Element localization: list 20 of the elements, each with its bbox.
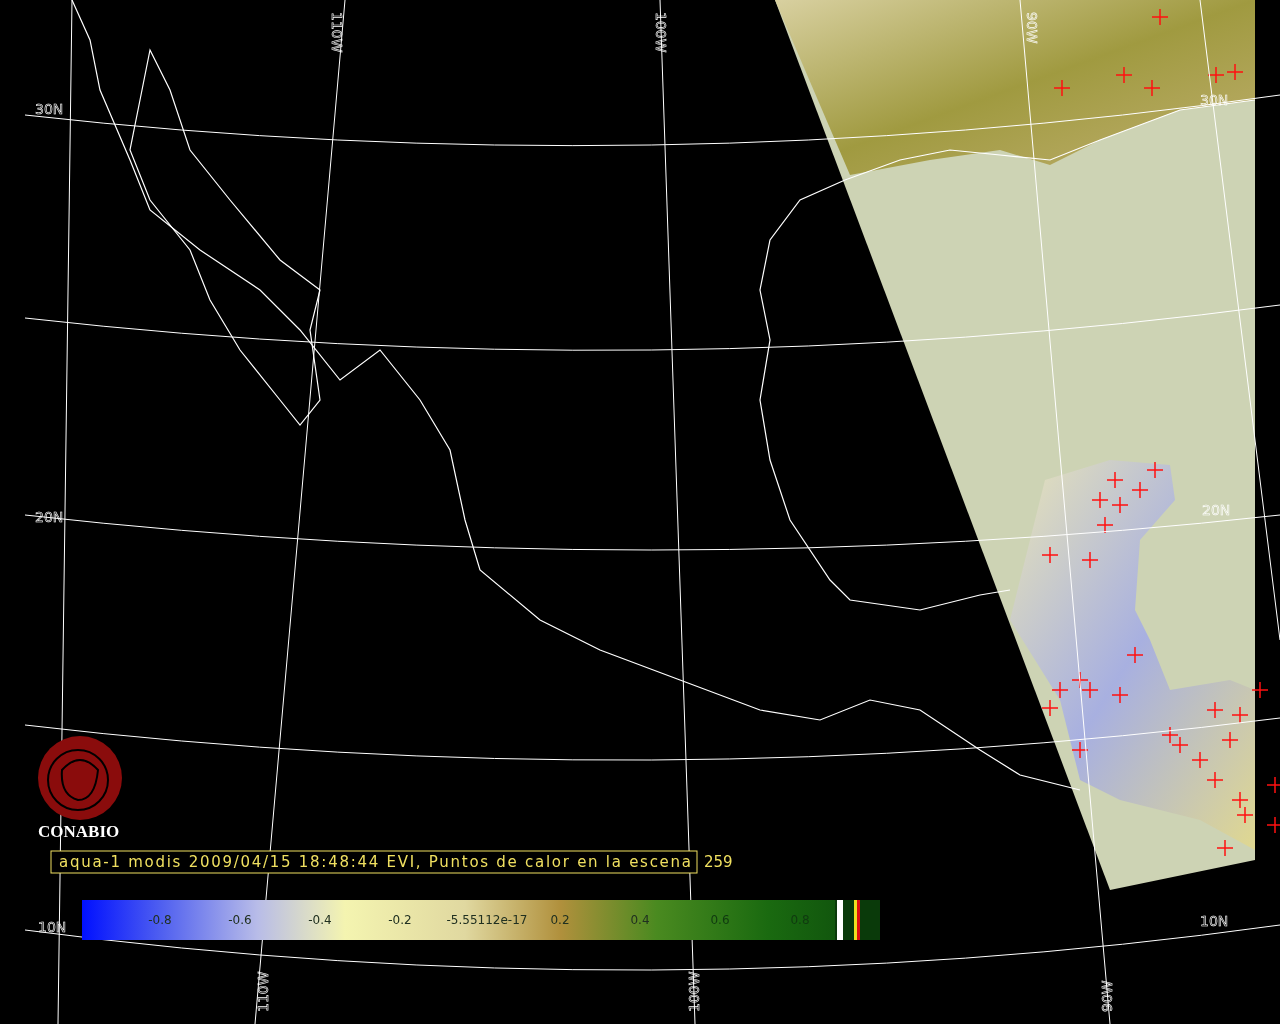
scale-tick-label: 0.6 <box>710 913 730 927</box>
grid-label: 110W <box>255 971 271 1012</box>
grid-label: 100W <box>653 12 669 53</box>
grid-label: 90W <box>1024 12 1040 44</box>
scale-tick-label: 0.4 <box>630 913 650 927</box>
scale-tick-label: -0.4 <box>308 913 332 927</box>
fire-count: 259 <box>704 853 733 871</box>
scale-tick-label: -0.6 <box>228 913 252 927</box>
grid-label: 30N <box>35 101 64 117</box>
caption-text: aqua-1 modis 2009/04/15 18:48:44 EVI, Puntos de calor en la escena <box>50 850 698 874</box>
scale-tick-label: 0.2 <box>550 913 570 927</box>
scale-tick-label: -5.55112e-17 <box>446 913 528 927</box>
grid-label: 110W <box>329 12 345 53</box>
grid-label: 100W <box>686 971 702 1012</box>
grid-label: 20N <box>1202 502 1231 518</box>
grid-label: 10N <box>1200 913 1229 929</box>
scale-tick-label: -0.2 <box>388 913 412 927</box>
grid-label: 90W <box>1099 980 1115 1012</box>
scale-tick-label: -0.8 <box>148 913 172 927</box>
logo-icon <box>38 736 122 820</box>
